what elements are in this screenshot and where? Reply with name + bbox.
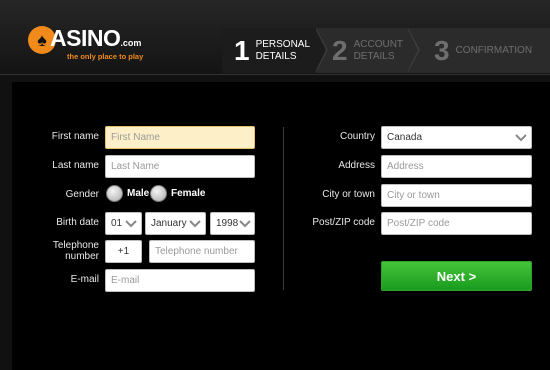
city-input[interactable]: City or town [381, 184, 532, 207]
gender-male-radio[interactable]: Male [106, 185, 149, 202]
gender-label: Gender [65, 189, 99, 200]
step-confirmation: 3 CONFIRMATION [434, 34, 533, 66]
phone-number-input[interactable]: Telephone number [149, 240, 255, 263]
progress-steps: 1 PERSONAL DETAILS 2 ACCOUNT DETAILS 3 CON… [222, 28, 550, 73]
gender-female-radio[interactable]: Female [150, 185, 205, 202]
birth-day-select[interactable]: 01 [105, 212, 142, 235]
telephone-label: Telephone number [52, 240, 99, 262]
chevron-down-icon [124, 217, 138, 231]
next-button[interactable]: Next > [381, 261, 532, 291]
last-name-input[interactable]: Last Name [105, 155, 255, 178]
logo-tagline: the only place to play [67, 52, 144, 61]
city-label: City or town [322, 189, 375, 200]
first-name-input[interactable]: First Name [105, 126, 255, 149]
birth-date-label: Birth date [56, 217, 99, 228]
email-label: E-mail [70, 274, 99, 285]
logo-wordmark: CASINO.com [50, 25, 142, 51]
last-name-label: Last name [52, 160, 99, 171]
email-input[interactable]: E-mail [105, 269, 255, 292]
postal-code-label: Post/ZIP code [312, 217, 375, 228]
address-input[interactable]: Address [381, 155, 532, 178]
chevron-down-icon [514, 131, 528, 145]
address-label: Address [338, 160, 375, 171]
column-divider [283, 127, 284, 290]
step-personal-details: 1 PERSONAL DETAILS [222, 28, 316, 73]
birth-year-select[interactable]: 1998 [210, 212, 255, 235]
casino-logo[interactable]: ♠ CASINO.com the only place to play [28, 24, 143, 64]
radio-circle-icon [150, 185, 167, 202]
first-name-label: First name [51, 131, 99, 142]
chevron-down-icon [238, 217, 251, 231]
chevron-down-icon [188, 217, 202, 231]
phone-prefix-field[interactable]: +1 [105, 240, 142, 263]
postal-code-input[interactable]: Post/ZIP code [381, 212, 532, 235]
country-label: Country [339, 131, 375, 142]
radio-circle-icon [106, 185, 123, 202]
birth-month-select[interactable]: January [145, 212, 206, 235]
header: ♠ CASINO.com the only place to play 1 PE… [0, 0, 550, 75]
window: ♠ CASINO.com the only place to play 1 PE… [0, 0, 550, 370]
country-select[interactable]: Canada [381, 126, 532, 149]
